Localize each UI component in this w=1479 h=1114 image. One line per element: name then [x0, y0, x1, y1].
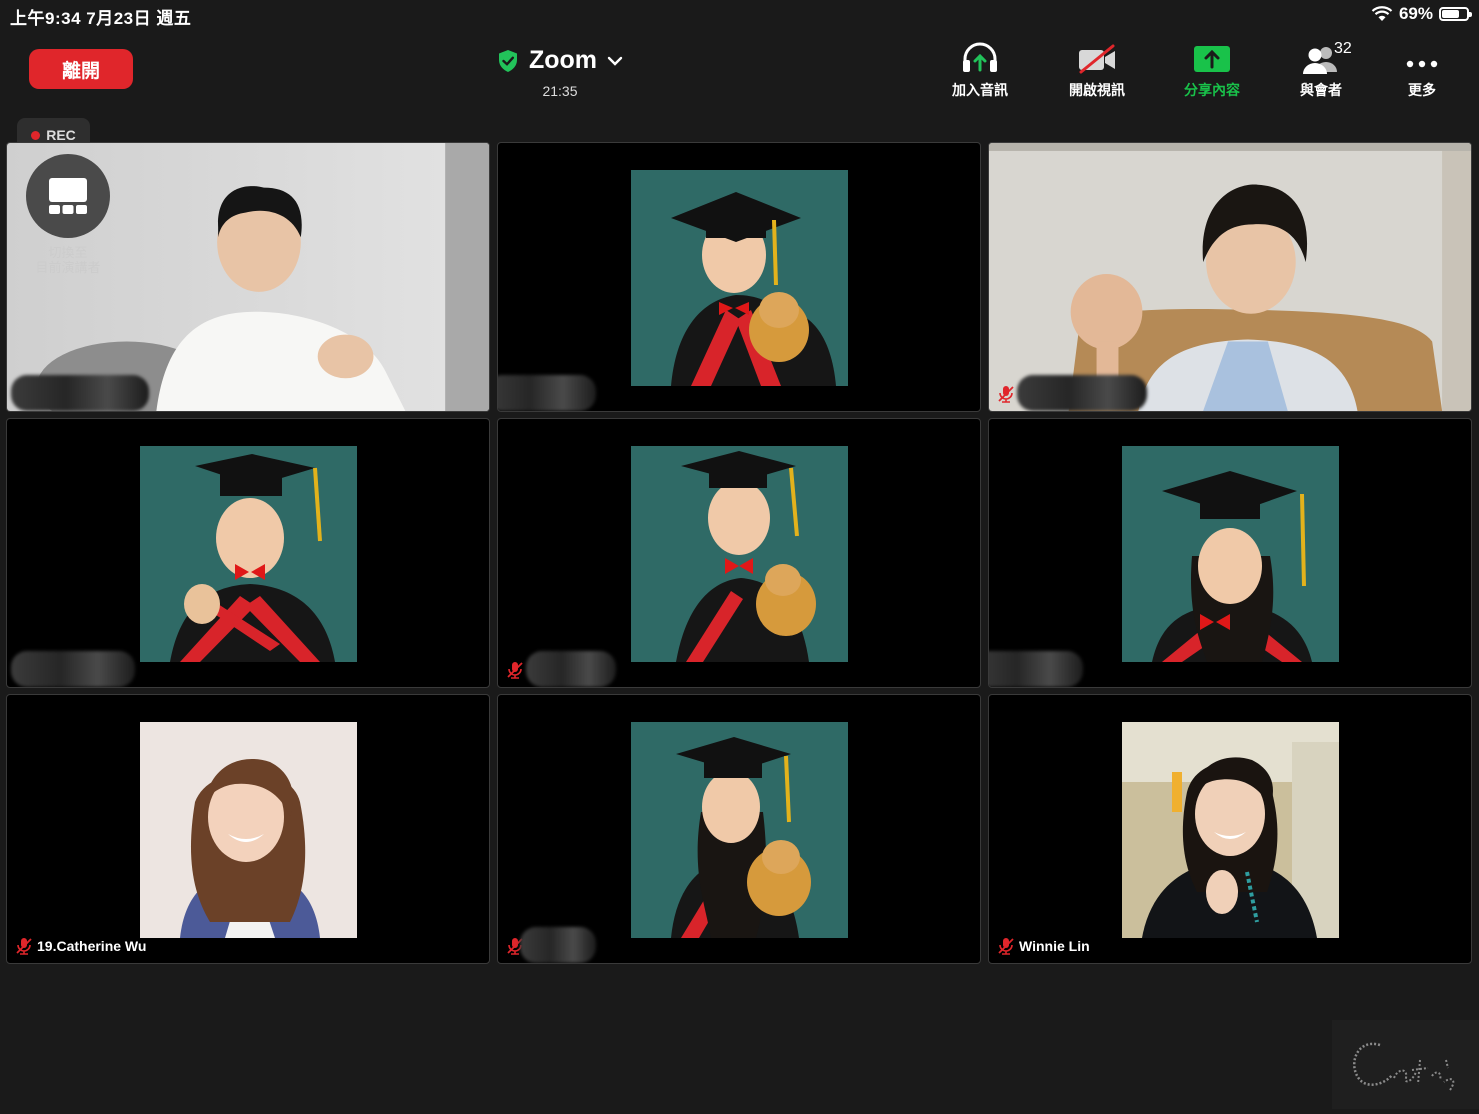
profile-photo	[140, 446, 357, 662]
participant-video	[989, 143, 1471, 411]
participant-tile-3[interactable]	[988, 142, 1472, 412]
meeting-title: Zoom	[528, 46, 598, 74]
participant-tile-7[interactable]: 19.Catherine Wu	[6, 694, 490, 964]
profile-photo	[1122, 722, 1339, 938]
mic-muted-icon	[998, 938, 1014, 955]
name-tag-redacted	[526, 651, 616, 687]
name-tag-redacted	[989, 651, 1083, 687]
chevron-down-icon[interactable]	[607, 56, 623, 66]
mic-muted-icon	[507, 662, 523, 679]
participants-button[interactable]: 32 與會者	[1271, 40, 1371, 100]
share-content-button[interactable]: 分享內容	[1162, 40, 1262, 100]
name-tag-redacted	[1017, 375, 1147, 411]
participant-tile-9[interactable]: Winnie Lin	[988, 694, 1472, 964]
watermark	[1332, 1020, 1479, 1109]
meeting-timer: 21:35	[542, 83, 578, 99]
name-tag-redacted	[11, 651, 135, 687]
record-dot-icon	[31, 130, 41, 140]
name-tag-redacted	[520, 927, 596, 963]
profile-photo	[140, 722, 357, 938]
participant-tile-2[interactable]	[497, 142, 981, 412]
share-screen-icon	[1194, 46, 1230, 72]
name-tag-redacted	[498, 375, 596, 411]
start-video-button[interactable]: 開啟視訊	[1047, 40, 1147, 100]
shield-check-icon	[498, 49, 517, 72]
join-audio-button[interactable]: 加入音訊	[930, 40, 1030, 100]
speaker-view-icon	[49, 178, 87, 214]
mic-muted-icon	[16, 938, 32, 955]
participant-tile-8[interactable]	[497, 694, 981, 964]
more-button[interactable]: 更多	[1372, 40, 1472, 100]
battery-percent: 69%	[1398, 4, 1433, 23]
participant-tile-6[interactable]	[988, 418, 1472, 688]
profile-photo	[1122, 446, 1339, 662]
status-bar: 上午9:34 7月23日 週五 69%	[0, 0, 1479, 30]
participant-name: 19.Catherine Wu	[37, 938, 147, 954]
watermark-logo-icon	[1353, 1042, 1455, 1091]
switch-to-speaker-button[interactable]: 切換至 目前演講者	[25, 154, 111, 276]
profile-photo	[631, 170, 848, 386]
name-tag-redacted	[11, 375, 149, 411]
status-time: 上午9:34 7月23日 週五	[10, 9, 192, 28]
meeting-info[interactable]: Zoom 21:35	[480, 46, 640, 99]
profile-photo	[631, 446, 848, 662]
participants-count: 32	[1334, 40, 1352, 57]
profile-photo	[631, 722, 848, 938]
battery-icon	[1439, 7, 1472, 21]
video-off-icon	[1079, 44, 1115, 74]
leave-button[interactable]: 離開	[29, 49, 133, 89]
headphones-icon	[963, 42, 997, 72]
wifi-icon	[1371, 6, 1393, 21]
more-dots-icon	[1406, 60, 1438, 68]
participant-name: Winnie Lin	[1019, 938, 1090, 954]
meeting-toolbar: 加入音訊 開啟視訊 分享內容 32 與會者 更多	[930, 40, 1470, 100]
participant-tile-4[interactable]	[6, 418, 490, 688]
participant-tile-5[interactable]	[497, 418, 981, 688]
mic-muted-icon	[998, 386, 1014, 403]
